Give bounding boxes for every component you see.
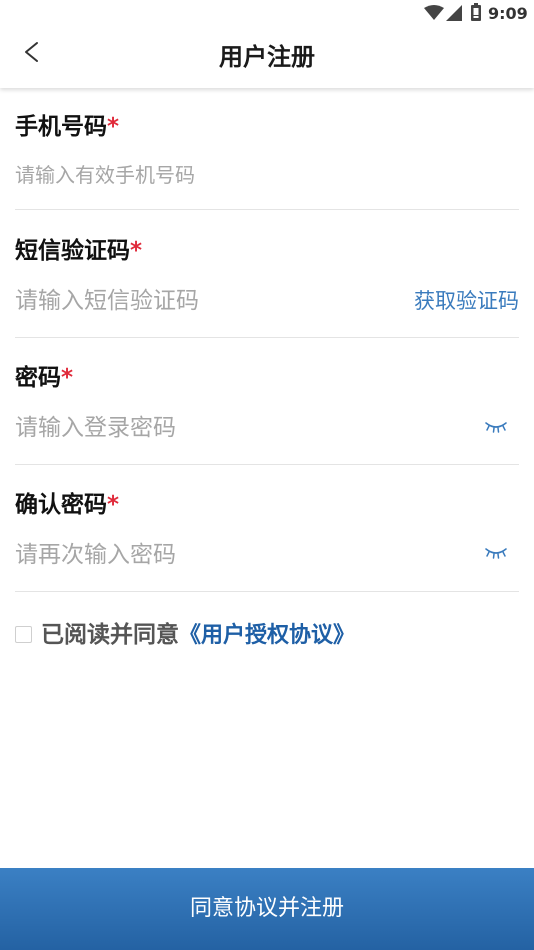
agreement-checkbox[interactable] [15,626,32,643]
submit-button[interactable]: 同意协议并注册 [0,868,534,950]
divider [15,337,519,338]
phone-label-text: 手机号码 [15,114,107,140]
divider [15,464,519,465]
agreement-text: 已阅读并同意《用户授权协议》 [41,620,355,650]
agreement-link[interactable]: 《用户授权协议》 [179,623,355,648]
phone-label: 手机号码* [15,113,119,141]
required-mark: * [107,114,120,140]
divider [15,591,519,592]
eye-closed-icon [485,548,507,559]
wifi-icon [424,5,444,20]
password-label-text: 密码 [15,365,61,391]
app-bar: 9:09 用户注册 [0,0,534,88]
required-mark: * [130,238,143,264]
sms-code-input[interactable] [15,287,405,315]
confirm-password-label: 确认密码* [15,491,119,519]
required-mark: * [107,492,120,518]
cell-signal-icon [446,5,462,21]
required-mark: * [61,365,74,391]
eye-closed-icon [485,422,507,433]
phone-input[interactable] [15,162,495,188]
password-visibility-toggle[interactable] [484,420,508,436]
password-label: 密码* [15,364,73,392]
divider [15,209,519,210]
confirm-password-label-text: 确认密码 [15,492,107,518]
password-input[interactable] [15,414,475,442]
get-code-button[interactable]: 获取验证码 [414,288,519,314]
agreement-prefix: 已阅读并同意 [41,622,179,648]
status-time: 9:09 [488,4,528,23]
confirm-password-visibility-toggle[interactable] [484,546,508,562]
confirm-password-input[interactable] [15,541,475,569]
page-title: 用户注册 [219,43,315,71]
battery-icon [471,3,481,21]
sms-code-label-text: 短信验证码 [15,238,130,264]
sms-code-label: 短信验证码* [15,237,142,265]
